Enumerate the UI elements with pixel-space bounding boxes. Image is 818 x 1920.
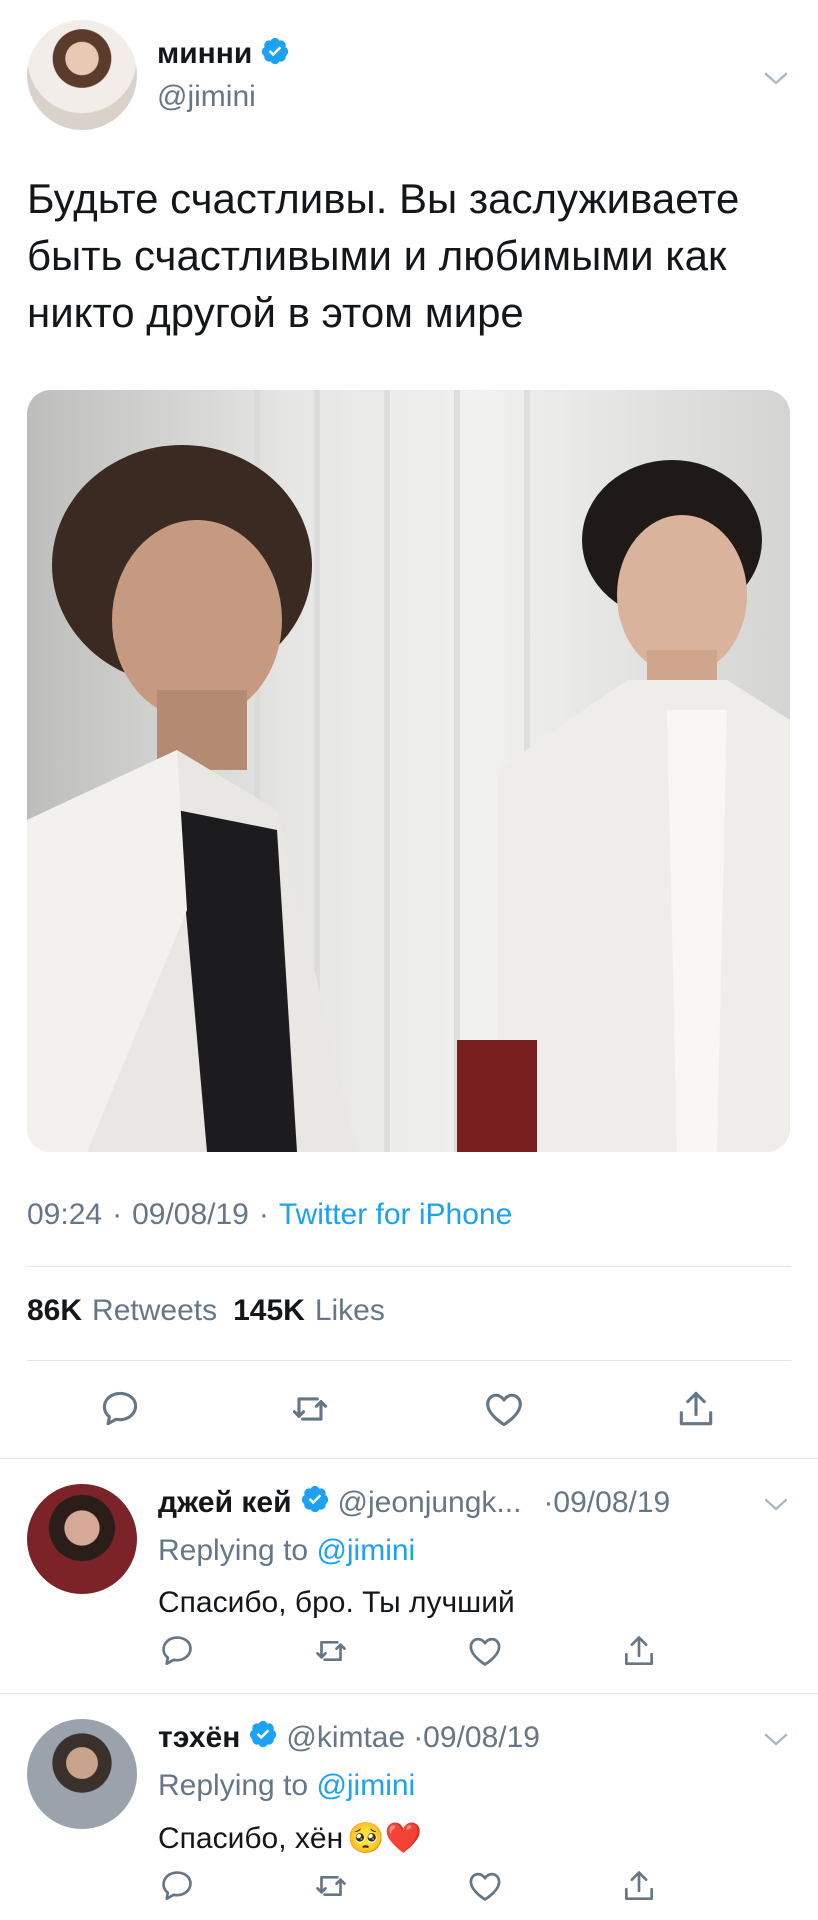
chevron-down-icon[interactable]: [761, 1490, 791, 1525]
replying-to-label: Replying to: [158, 1769, 309, 1802]
tweet-photo[interactable]: [27, 390, 790, 1152]
replying-to-label: Replying to: [158, 1534, 309, 1567]
reply-author-handle[interactable]: @jeonjungk...: [338, 1486, 522, 1520]
chevron-down-icon[interactable]: [761, 1725, 791, 1760]
share-icon[interactable]: [620, 1867, 658, 1910]
reply-text-content: Спасибо, бро. Ты лучший: [158, 1586, 515, 1619]
tweet-action-bar: [0, 1387, 818, 1437]
reply-avatar[interactable]: [27, 1484, 137, 1594]
verified-badge-icon: [248, 1719, 278, 1757]
reply-author-name[interactable]: тэхён: [158, 1721, 240, 1755]
tweet-header: минни @jimini: [27, 20, 791, 135]
divider: [0, 1693, 818, 1694]
tweet-meta: 09:24 · 09/08/19 · Twitter for iPhone: [27, 1198, 512, 1232]
retweets-label[interactable]: Retweets: [92, 1294, 217, 1328]
meta-separator: ·: [258, 1198, 269, 1231]
share-icon[interactable]: [620, 1632, 658, 1675]
reply-text: Спасибо, хён 🥺❤️: [158, 1821, 422, 1856]
reply-date: ·09/08/19: [413, 1721, 540, 1754]
tweet-date: 09/08/19: [132, 1198, 249, 1231]
replying-to-mention[interactable]: @jimini: [316, 1534, 415, 1567]
author-name-row: минни: [157, 36, 290, 71]
author-name[interactable]: минни: [157, 37, 252, 71]
reply-icon[interactable]: [158, 1632, 196, 1675]
replying-to: Replying to @jimini: [158, 1534, 415, 1568]
heart-icon[interactable]: [466, 1632, 504, 1675]
divider: [0, 1458, 818, 1459]
tweet-detail-page: минни @jimini Будьте счастливы. Вы заслу…: [0, 0, 818, 1920]
likes-count[interactable]: 145K: [233, 1294, 305, 1328]
share-icon[interactable]: [674, 1387, 718, 1436]
replying-to-mention[interactable]: @jimini: [316, 1769, 415, 1802]
reply-avatar[interactable]: [27, 1719, 137, 1829]
heart-icon[interactable]: [466, 1867, 504, 1910]
chevron-down-icon[interactable]: [761, 64, 791, 94]
reply-header: тэхён @kimtae ·09/08/19: [158, 1719, 540, 1757]
tweet-time: 09:24: [27, 1198, 103, 1231]
reply-action-bar: [0, 1867, 818, 1907]
reply-action-bar: [0, 1632, 818, 1672]
verified-badge-icon: [300, 1484, 330, 1522]
author-avatar[interactable]: [27, 20, 137, 130]
divider: [27, 1266, 791, 1267]
divider: [27, 1360, 791, 1361]
reply-date: ·09/08/19: [543, 1486, 671, 1519]
photo-icon: [27, 390, 790, 1152]
retweets-count[interactable]: 86K: [27, 1294, 82, 1328]
retweet-icon[interactable]: [312, 1632, 350, 1675]
reply-icon[interactable]: [158, 1867, 196, 1910]
likes-label[interactable]: Likes: [315, 1294, 385, 1328]
retweet-icon[interactable]: [312, 1867, 350, 1910]
reply-header: джей кей @jeonjungk... ·09/08/19: [158, 1484, 670, 1522]
reply-emoji: 🥺❤️: [347, 1822, 422, 1855]
tweet-stats: 86K Retweets 145K Likes: [27, 1294, 391, 1328]
tweet-text: Будьте счастливы. Вы заслуживаете быть с…: [27, 175, 740, 336]
reply-text-content: Спасибо, хён: [158, 1821, 344, 1855]
author-handle[interactable]: @jimini: [157, 80, 256, 114]
verified-badge-icon: [260, 36, 290, 71]
replying-to: Replying to @jimini: [158, 1769, 415, 1803]
meta-separator: ·: [112, 1198, 123, 1231]
heart-icon[interactable]: [482, 1387, 526, 1436]
reply-author-name[interactable]: джей кей: [158, 1486, 292, 1520]
retweet-icon[interactable]: [288, 1387, 332, 1436]
reply-text: Спасибо, бро. Ты лучший: [158, 1586, 515, 1620]
tweet-source-link[interactable]: Twitter for iPhone: [279, 1198, 512, 1232]
reply-author-handle[interactable]: @kimtae: [286, 1721, 405, 1755]
reply-icon[interactable]: [98, 1387, 142, 1436]
